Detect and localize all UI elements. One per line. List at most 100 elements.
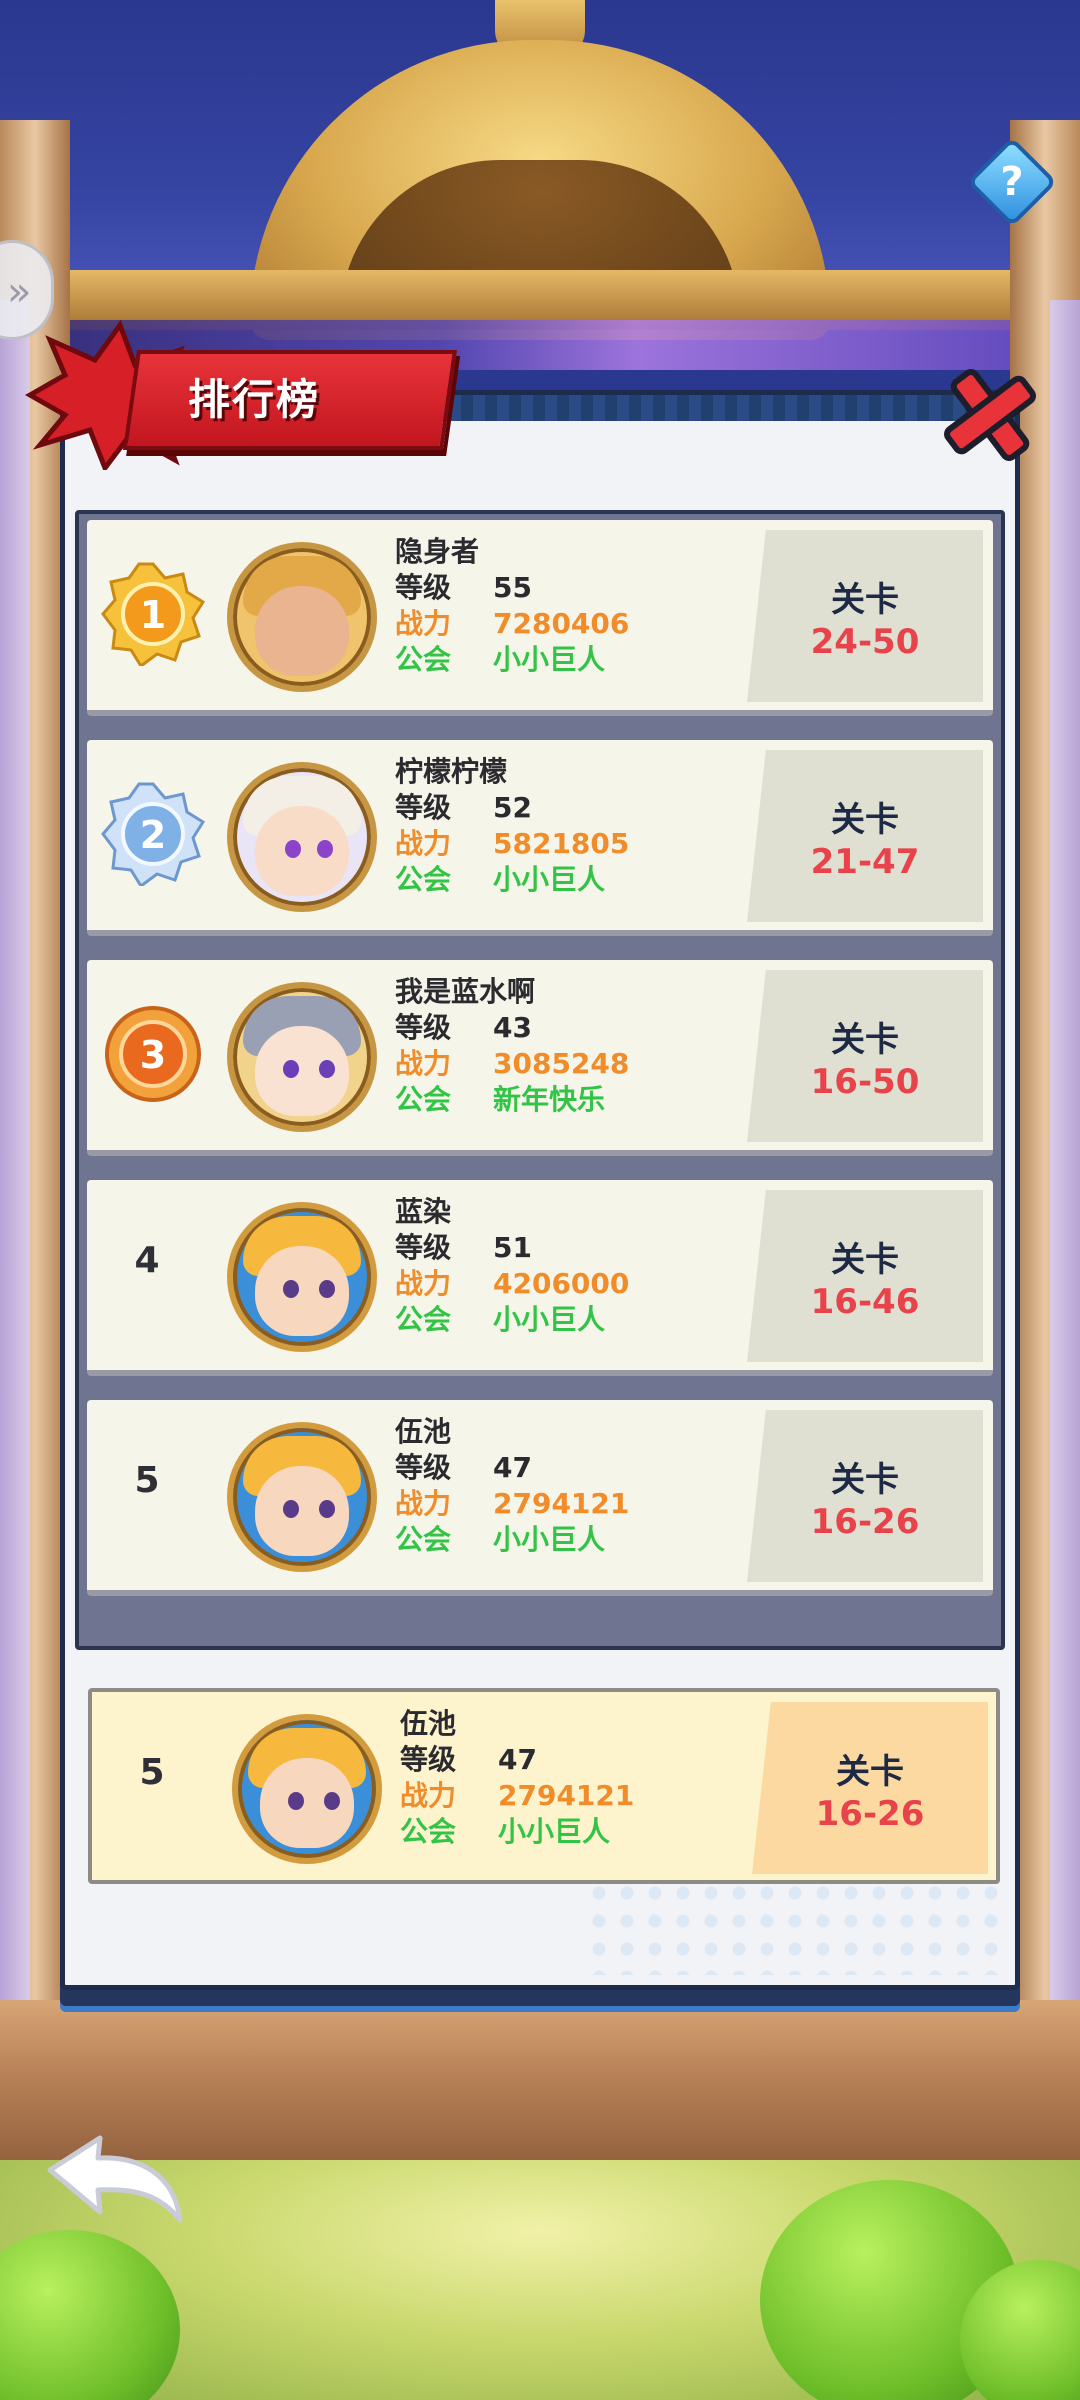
power-value: 2794121 [498,1779,635,1812]
my-rank-row[interactable]: 5 伍池 等级 47 战力 2794121 公会 小小巨人 关卡 16-26 [88,1688,1000,1884]
avatar-eye [283,1060,299,1078]
player-info: 我是蓝水啊 等级 43 战力 3085248 公会 新年快乐 [395,974,735,1118]
avatar-face [255,1466,349,1556]
player-info: 伍池 等级 47 战力 2794121 公会 小小巨人 [395,1414,735,1558]
right-pillar-trim [1050,300,1080,2050]
power-value: 7280406 [493,607,630,640]
guild-value: 小小巨人 [498,1815,611,1848]
guild-value: 小小巨人 [493,643,606,676]
stage-label: 关卡 [831,1020,899,1060]
page-title: 排行榜 [188,375,321,424]
stage-label: 关卡 [836,1752,904,1792]
player-name: 蓝染 [395,1195,452,1228]
level-label: 等级 [395,1231,452,1264]
bronze-medal-icon: 3 [105,1006,201,1102]
avatar-eye [288,1792,304,1810]
stage-value: 16-50 [810,1062,920,1102]
stage-box: 关卡 24-50 [747,530,983,702]
avatar[interactable] [227,982,377,1132]
stage-label: 关卡 [831,1460,899,1500]
rank-number: 1 [140,593,166,637]
stage-box: 关卡 16-26 [747,1410,983,1582]
close-icon[interactable] [935,360,1045,470]
player-info: 蓝染 等级 51 战力 4206000 公会 小小巨人 [395,1194,735,1338]
power-value: 5821805 [493,827,630,860]
avatar-eye [319,1500,335,1518]
title-badge: 排行榜 [20,320,458,470]
player-info: 伍池 等级 47 战力 2794121 公会 小小巨人 [400,1706,740,1850]
leaderboard-row[interactable]: 2 柠檬柠檬 等级 52 战力 5821805 公会 小小巨人 关卡 21-47 [87,740,993,936]
stage-box: 关卡 16-46 [747,1190,983,1362]
guild-value: 小小巨人 [493,863,606,896]
power-value: 4206000 [493,1267,630,1300]
power-value: 3085248 [493,1047,630,1080]
avatar-eye [317,840,333,858]
back-arrow-icon[interactable] [40,2130,190,2240]
silver-medal-icon: 2 [101,782,205,886]
avatar-face [255,806,349,896]
avatar-eye [283,1280,299,1298]
stage-box: 关卡 16-50 [747,970,983,1142]
level-value: 43 [493,1011,532,1044]
player-name: 隐身者 [395,535,480,568]
power-label: 战力 [395,607,452,640]
gold-medal-icon: 1 [101,562,205,666]
guild-label: 公会 [400,1815,457,1848]
power-label: 战力 [395,827,452,860]
avatar[interactable] [227,1202,377,1352]
avatar-face [255,586,349,676]
stage-value: 16-26 [810,1502,920,1542]
leaderboard-row[interactable]: 1 隐身者 等级 55 战力 7280406 公会 小小巨人 关卡 24-50 [87,520,993,716]
level-label: 等级 [395,1451,452,1484]
avatar[interactable] [227,762,377,912]
level-value: 51 [493,1231,532,1264]
player-name: 伍池 [400,1707,457,1740]
rank-number: 5 [134,1460,160,1501]
avatar-eye [324,1792,340,1810]
guild-value: 小小巨人 [493,1523,606,1556]
avatar-face [255,1026,349,1116]
rank-number: 4 [134,1240,160,1281]
avatar-face [260,1758,354,1848]
guild-label: 公会 [395,1303,452,1336]
level-label: 等级 [395,1011,452,1044]
guild-label: 公会 [395,643,452,676]
player-name: 伍池 [395,1415,452,1448]
avatar-face [255,1246,349,1336]
rank-number: 5 [139,1752,165,1793]
guild-label: 公会 [395,863,452,896]
stage-label: 关卡 [831,580,899,620]
avatar[interactable] [227,1422,377,1572]
leaderboard-row[interactable]: 4 蓝染 等级 51 战力 4206000 公会 小小巨人 关卡 16-46 [87,1180,993,1376]
level-value: 47 [493,1451,532,1484]
level-label: 等级 [395,571,452,604]
guild-label: 公会 [395,1083,452,1116]
player-info: 隐身者 等级 55 战力 7280406 公会 小小巨人 [395,534,735,678]
leaderboard-row[interactable]: 5 伍池 等级 47 战力 2794121 公会 小小巨人 关卡 16-26 [87,1400,993,1596]
stage-value: 21-47 [810,842,920,882]
stage-box: 关卡 21-47 [747,750,983,922]
stage-value: 24-50 [810,622,920,662]
player-name: 柠檬柠檬 [395,755,508,788]
avatar[interactable] [232,1714,382,1864]
guild-value: 新年快乐 [493,1083,606,1116]
power-label: 战力 [395,1487,452,1520]
avatar[interactable] [227,542,377,692]
rank-number: 3 [140,1033,166,1077]
leaderboard-row[interactable]: 3 我是蓝水啊 等级 43 战力 3085248 公会 新年快乐 关卡 16-50 [87,960,993,1156]
level-value: 55 [493,571,532,604]
rank-number: 2 [140,813,166,857]
stage-label: 关卡 [831,800,899,840]
guild-label: 公会 [395,1523,452,1556]
level-value: 52 [493,791,532,824]
stage-value: 16-26 [815,1794,925,1834]
power-label: 战力 [395,1047,452,1080]
stage-value: 16-46 [810,1282,920,1322]
avatar-eye [283,1500,299,1518]
power-label: 战力 [400,1779,457,1812]
avatar-eye [319,1280,335,1298]
player-info: 柠檬柠檬 等级 52 战力 5821805 公会 小小巨人 [395,754,735,898]
level-value: 47 [498,1743,537,1776]
leaderboard-list[interactable]: 1 隐身者 等级 55 战力 7280406 公会 小小巨人 关卡 24-50 2 [75,510,1005,1650]
avatar-eye [285,840,301,858]
